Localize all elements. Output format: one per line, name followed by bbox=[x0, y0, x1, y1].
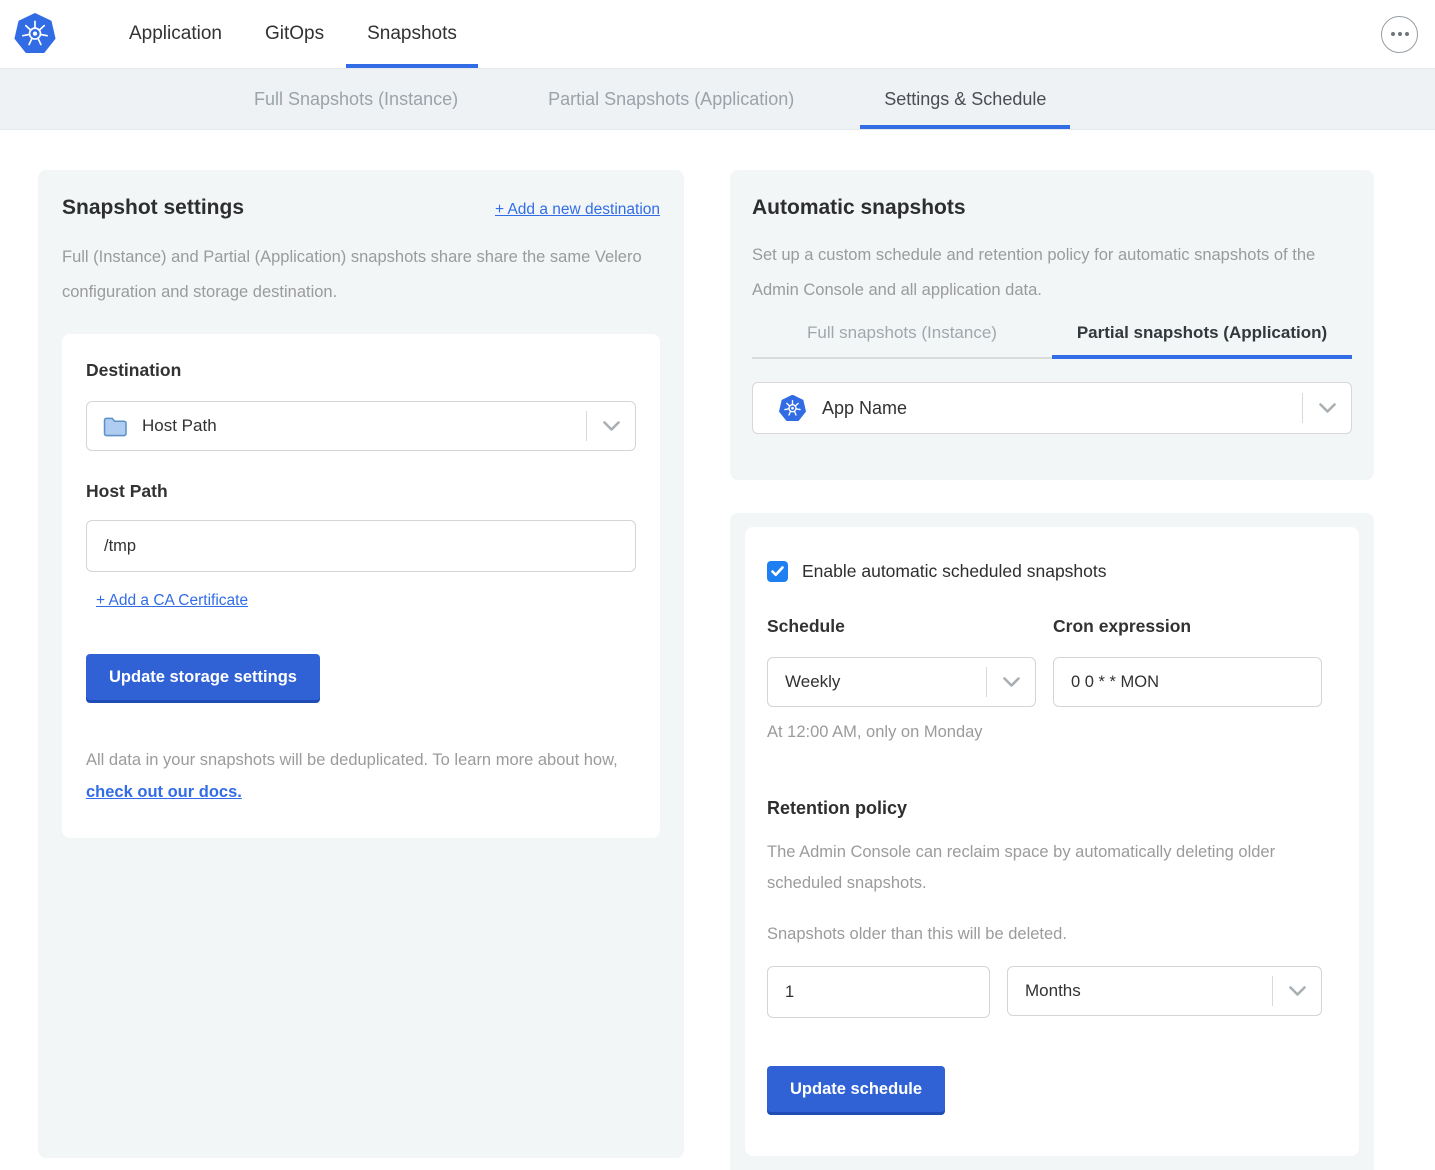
tab-partial-snapshots-application[interactable]: Partial snapshots (Application) bbox=[1052, 323, 1352, 359]
nav-item-snapshots[interactable]: Snapshots bbox=[346, 0, 478, 68]
automatic-snapshots-card: Automatic snapshots Set up a custom sche… bbox=[730, 170, 1374, 480]
chevron-down-icon bbox=[603, 421, 620, 432]
tab-full-snapshots-instance[interactable]: Full snapshots (Instance) bbox=[752, 323, 1052, 359]
retention-unit-value: Months bbox=[1025, 981, 1081, 1001]
chevron-down-icon bbox=[1319, 403, 1336, 414]
automatic-snapshots-description: Set up a custom schedule and retention p… bbox=[752, 238, 1332, 308]
schedule-panel: Enable automatic scheduled snapshots Sch… bbox=[745, 527, 1359, 1156]
check-icon bbox=[771, 566, 784, 577]
snapshot-settings-card: Snapshot settings + Add a new destinatio… bbox=[38, 170, 684, 1158]
retention-hint: Snapshots older than this will be delete… bbox=[767, 925, 1337, 944]
kubernetes-logo bbox=[14, 0, 56, 68]
subnav-tab-full-snapshots[interactable]: Full Snapshots (Instance) bbox=[230, 69, 482, 129]
snapshots-subnav: Full Snapshots (Instance) Partial Snapsh… bbox=[0, 68, 1435, 130]
subnav-tab-settings-schedule[interactable]: Settings & Schedule bbox=[860, 69, 1070, 129]
snapshot-type-tabs: Full snapshots (Instance) Partial snapsh… bbox=[752, 323, 1352, 359]
top-nav-bar: Application GitOps Snapshots bbox=[0, 0, 1435, 68]
snapshot-settings-description: Full (Instance) and Partial (Application… bbox=[62, 240, 652, 310]
snapshots-settings-page: Application GitOps Snapshots Full Snapsh… bbox=[0, 0, 1435, 1170]
folder-icon bbox=[103, 416, 128, 437]
dedup-note: All data in your snapshots will be dedup… bbox=[86, 744, 636, 808]
docs-link[interactable]: check out our docs. bbox=[86, 783, 242, 801]
ellipsis-icon bbox=[1391, 32, 1395, 36]
snapshot-settings-title: Snapshot settings bbox=[62, 196, 244, 220]
retention-policy-title: Retention policy bbox=[767, 798, 1337, 819]
kubernetes-logo-icon bbox=[14, 13, 56, 55]
enable-scheduled-snapshots-checkbox[interactable] bbox=[767, 561, 788, 582]
add-ca-certificate-link[interactable]: + Add a CA Certificate bbox=[96, 592, 248, 610]
retention-policy-description: The Admin Console can reclaim space by a… bbox=[767, 837, 1297, 899]
host-path-label: Host Path bbox=[86, 481, 636, 502]
schedule-interval-value: Weekly bbox=[785, 672, 840, 692]
cron-expression-input[interactable] bbox=[1053, 657, 1322, 707]
enable-scheduled-snapshots-label: Enable automatic scheduled snapshots bbox=[802, 561, 1107, 582]
app-select-value: App Name bbox=[822, 398, 907, 419]
nav-item-application[interactable]: Application bbox=[108, 0, 243, 68]
kubernetes-icon bbox=[779, 395, 806, 422]
host-path-input[interactable] bbox=[86, 520, 636, 572]
subnav-tab-partial-snapshots[interactable]: Partial Snapshots (Application) bbox=[524, 69, 818, 129]
destination-select[interactable]: Host Path bbox=[86, 401, 636, 451]
schedule-card: Enable automatic scheduled snapshots Sch… bbox=[730, 513, 1374, 1170]
cron-readable-text: At 12:00 AM, only on Monday bbox=[767, 723, 1337, 742]
retention-unit-select[interactable]: Months bbox=[1007, 966, 1322, 1016]
update-schedule-button[interactable]: Update schedule bbox=[767, 1066, 945, 1112]
schedule-label: Schedule bbox=[767, 616, 1036, 637]
destination-label: Destination bbox=[86, 360, 636, 381]
cron-expression-label: Cron expression bbox=[1053, 616, 1322, 637]
add-new-destination-link[interactable]: + Add a new destination bbox=[495, 201, 660, 219]
retention-value-input[interactable] bbox=[767, 966, 990, 1018]
storage-settings-panel: Destination Host Path Host Path bbox=[62, 334, 660, 838]
automatic-snapshots-title: Automatic snapshots bbox=[752, 196, 1352, 220]
nav-item-gitops[interactable]: GitOps bbox=[244, 0, 345, 68]
update-storage-settings-button[interactable]: Update storage settings bbox=[86, 654, 320, 700]
schedule-interval-select[interactable]: Weekly bbox=[767, 657, 1036, 707]
app-select[interactable]: App Name bbox=[752, 382, 1352, 434]
destination-selected-value: Host Path bbox=[142, 416, 217, 436]
chevron-down-icon bbox=[1289, 986, 1306, 997]
more-menu-button[interactable] bbox=[1381, 16, 1418, 53]
chevron-down-icon bbox=[1003, 677, 1020, 688]
